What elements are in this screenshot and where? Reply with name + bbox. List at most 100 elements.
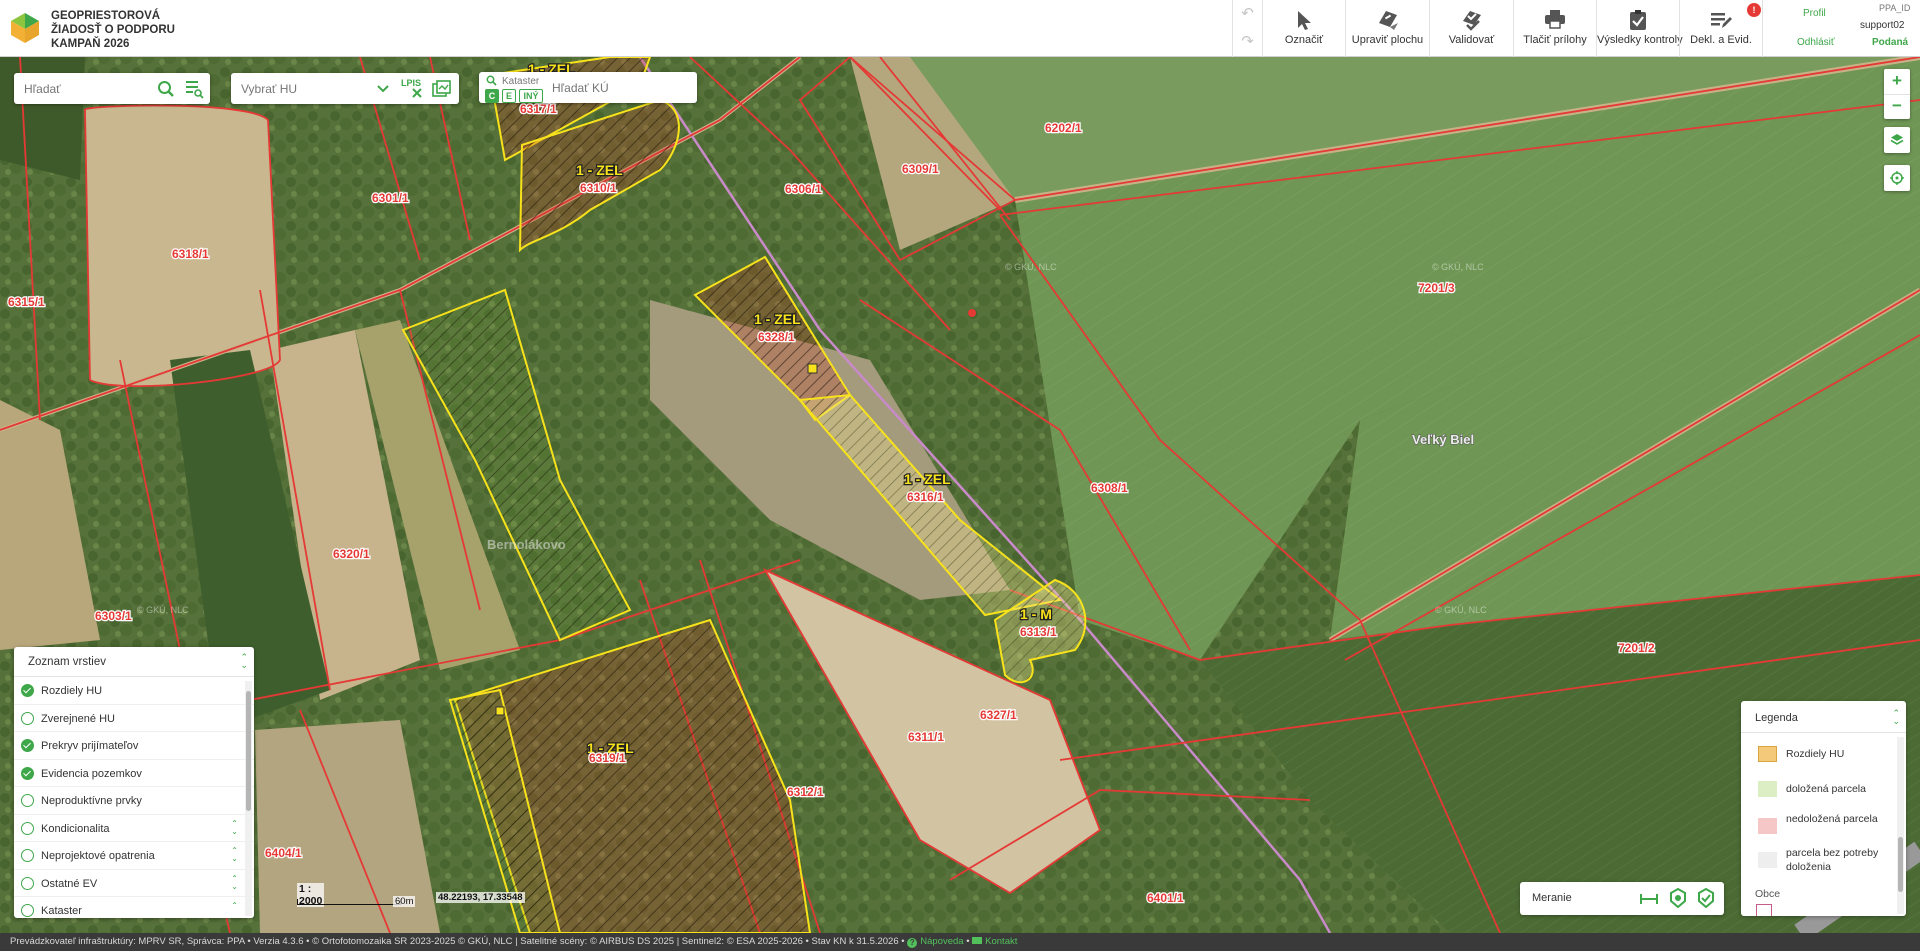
layer-checkbox[interactable] bbox=[21, 794, 34, 807]
legend-section-title: Obce bbox=[1755, 888, 1781, 900]
parcel-label[interactable]: 7201/2 bbox=[1617, 640, 1657, 657]
expand-icon[interactable]: ⌃ bbox=[231, 902, 238, 910]
kataster-search-input[interactable] bbox=[552, 79, 690, 97]
layer-checkbox[interactable] bbox=[21, 904, 34, 917]
zone-parcel-label[interactable]: 6310/1 bbox=[579, 180, 619, 197]
zone-parcel-label[interactable]: 6313/1 bbox=[1019, 624, 1059, 641]
measure-clear-icon[interactable] bbox=[1697, 888, 1715, 908]
layer-item-neproduktivne[interactable]: Neproduktívne prvky bbox=[14, 787, 254, 815]
locate-button[interactable] bbox=[1884, 165, 1910, 191]
tool-label: Dekl. a Evid. bbox=[1690, 34, 1752, 46]
expand-icon[interactable]: ⌃ ⌄ bbox=[231, 847, 238, 863]
search-icon[interactable] bbox=[157, 80, 175, 98]
parcel-label[interactable]: 6301/1 bbox=[371, 190, 411, 207]
tool-label: Výsledky kontroly bbox=[1597, 34, 1683, 46]
parcel-label[interactable]: 6303/1 bbox=[94, 608, 134, 625]
layer-item-zverejnene-hu[interactable]: Zverejnené HU bbox=[14, 705, 254, 732]
zone-parcel-label[interactable]: 6328/1 bbox=[757, 329, 797, 346]
parcel-label[interactable]: 6327/1 bbox=[979, 707, 1019, 724]
parcel-label[interactable]: 6315/1 bbox=[7, 294, 47, 311]
hu-select[interactable]: Vybrať HU bbox=[241, 82, 297, 96]
print-attachments-button[interactable]: Tlačiť prílohy bbox=[1513, 0, 1596, 57]
kataster-other-button[interactable]: INÝ bbox=[519, 89, 543, 103]
lpis-clear-icon[interactable] bbox=[411, 87, 423, 99]
check-results-button[interactable]: Výsledky kontroly bbox=[1596, 0, 1683, 57]
scrollbar-thumb[interactable] bbox=[246, 691, 251, 811]
parcel-label[interactable]: 6311/1 bbox=[907, 729, 946, 746]
validate-button[interactable]: Validovať bbox=[1429, 0, 1513, 57]
layer-list-scrollbar[interactable] bbox=[245, 681, 252, 916]
zone-parcel-label[interactable]: 6319/1 bbox=[588, 750, 628, 767]
scrollbar-thumb[interactable] bbox=[1898, 837, 1903, 892]
layer-checkbox[interactable] bbox=[21, 849, 34, 862]
legend-header[interactable]: Legenda ⌃ ⌄ bbox=[1741, 701, 1906, 733]
collapse-icon[interactable]: ⌃ ⌄ bbox=[1892, 709, 1900, 726]
legend-scrollbar[interactable] bbox=[1897, 737, 1904, 914]
orthophoto-map[interactable]: 6202/1 6309/1 6306/1 6301/1 6318/1 6315/… bbox=[0, 57, 1920, 933]
layer-item-ostatne-ev[interactable]: Ostatné EV ⌃ ⌄ bbox=[14, 870, 254, 897]
parcel-label[interactable]: 6404/1 bbox=[264, 845, 304, 862]
zone-label[interactable]: 1 - ZEL bbox=[575, 161, 625, 180]
layer-checkbox[interactable] bbox=[21, 711, 34, 725]
measure-area-icon[interactable] bbox=[1669, 888, 1687, 908]
kataster-c-button[interactable]: C bbox=[485, 89, 499, 103]
layer-checkbox[interactable] bbox=[21, 876, 34, 890]
parcel-label[interactable]: 6320/1 bbox=[332, 546, 372, 563]
zone-parcel-label[interactable]: 6317/1 bbox=[519, 101, 559, 118]
redo-icon[interactable]: ↷ bbox=[1233, 28, 1262, 56]
layer-item-prekryv[interactable]: Prekryv prijímateľov bbox=[14, 732, 254, 760]
layer-item-rozdiely-hu[interactable]: Rozdiely HU bbox=[14, 677, 254, 705]
select-tool-button[interactable]: Označiť bbox=[1262, 0, 1345, 57]
parcel-label[interactable]: 6309/1 bbox=[901, 161, 941, 178]
zone-label[interactable]: 1 - M bbox=[1019, 605, 1053, 624]
expand-icon[interactable]: ⌃ ⌄ bbox=[231, 819, 238, 836]
chevron-down-icon[interactable] bbox=[376, 82, 390, 96]
search-icon bbox=[486, 75, 497, 86]
help-link[interactable]: Nápoveda bbox=[920, 936, 963, 947]
tool-label: Validovať bbox=[1448, 34, 1495, 46]
layer-checkbox[interactable] bbox=[21, 739, 34, 752]
parcel-label[interactable]: 6306/1 bbox=[784, 181, 824, 198]
profile-link[interactable]: Profil bbox=[1803, 8, 1826, 19]
layer-item-kondicionalita[interactable]: Kondicionalita ⌃ ⌄ bbox=[14, 815, 254, 842]
layer-checkbox[interactable] bbox=[21, 684, 34, 697]
search-input[interactable] bbox=[24, 79, 154, 99]
contact-link[interactable]: Kontakt bbox=[985, 936, 1017, 947]
declaration-icon bbox=[1711, 13, 1732, 28]
legend-title: Legenda bbox=[1755, 712, 1798, 724]
parcel-label[interactable]: 6318/1 bbox=[171, 246, 211, 263]
layer-label: Ostatné EV bbox=[41, 877, 98, 890]
layer-item-neprojektove[interactable]: Neprojektové opatrenia ⌃ ⌄ bbox=[14, 842, 254, 870]
search-parcel-icon[interactable] bbox=[184, 79, 204, 99]
parcel-label[interactable]: 6308/1 bbox=[1090, 480, 1130, 497]
layer-list-header[interactable]: Zoznam vrstiev ⌃ ⌄ bbox=[14, 647, 254, 677]
zone-parcel-label[interactable]: 6316/1 bbox=[906, 489, 946, 506]
parcel-label[interactable]: 7201/3 bbox=[1417, 280, 1457, 297]
layer-item-kataster[interactable]: Kataster ⌃ bbox=[14, 897, 254, 918]
legend-label: parcela bez potreby doloženia bbox=[1786, 847, 1879, 873]
edit-area-button[interactable]: Upraviť plochu bbox=[1345, 0, 1429, 57]
map-overview-icon[interactable] bbox=[432, 80, 451, 98]
layer-checkbox[interactable] bbox=[21, 766, 34, 780]
zoom-out-button[interactable]: − bbox=[1884, 94, 1910, 119]
legend-swatch bbox=[1758, 781, 1777, 797]
zone-label[interactable]: 1 - ZEL bbox=[903, 470, 953, 489]
map-canvas[interactable]: 6202/1 6309/1 6306/1 6301/1 6318/1 6315/… bbox=[0, 57, 1920, 933]
layer-item-evidencia[interactable]: Evidencia pozemkov bbox=[14, 760, 254, 787]
collapse-icon[interactable]: ⌃ ⌄ bbox=[240, 653, 248, 670]
parcel-label[interactable]: 6401/1 bbox=[1146, 890, 1186, 907]
zone-label[interactable]: 1 - ZEL bbox=[753, 310, 803, 329]
edit-area-icon bbox=[1378, 11, 1398, 30]
zoom-in-button[interactable]: + bbox=[1884, 69, 1910, 94]
expand-icon[interactable]: ⌃ ⌄ bbox=[231, 874, 238, 891]
parcel-label[interactable]: 6202/1 bbox=[1044, 120, 1084, 137]
logout-link[interactable]: Odhlásiť bbox=[1797, 37, 1835, 48]
undo-icon[interactable]: ↶ bbox=[1233, 0, 1262, 28]
layer-label: Kondicionalita bbox=[41, 822, 110, 835]
kataster-e-button[interactable]: E bbox=[502, 89, 516, 103]
measure-distance-icon[interactable] bbox=[1639, 891, 1659, 907]
declaration-evidence-button[interactable]: Dekl. a Evid. ! bbox=[1679, 0, 1762, 57]
parcel-label[interactable]: 6312/1 bbox=[786, 784, 826, 801]
layer-checkbox[interactable] bbox=[21, 821, 34, 835]
layers-toggle-button[interactable] bbox=[1884, 127, 1910, 153]
